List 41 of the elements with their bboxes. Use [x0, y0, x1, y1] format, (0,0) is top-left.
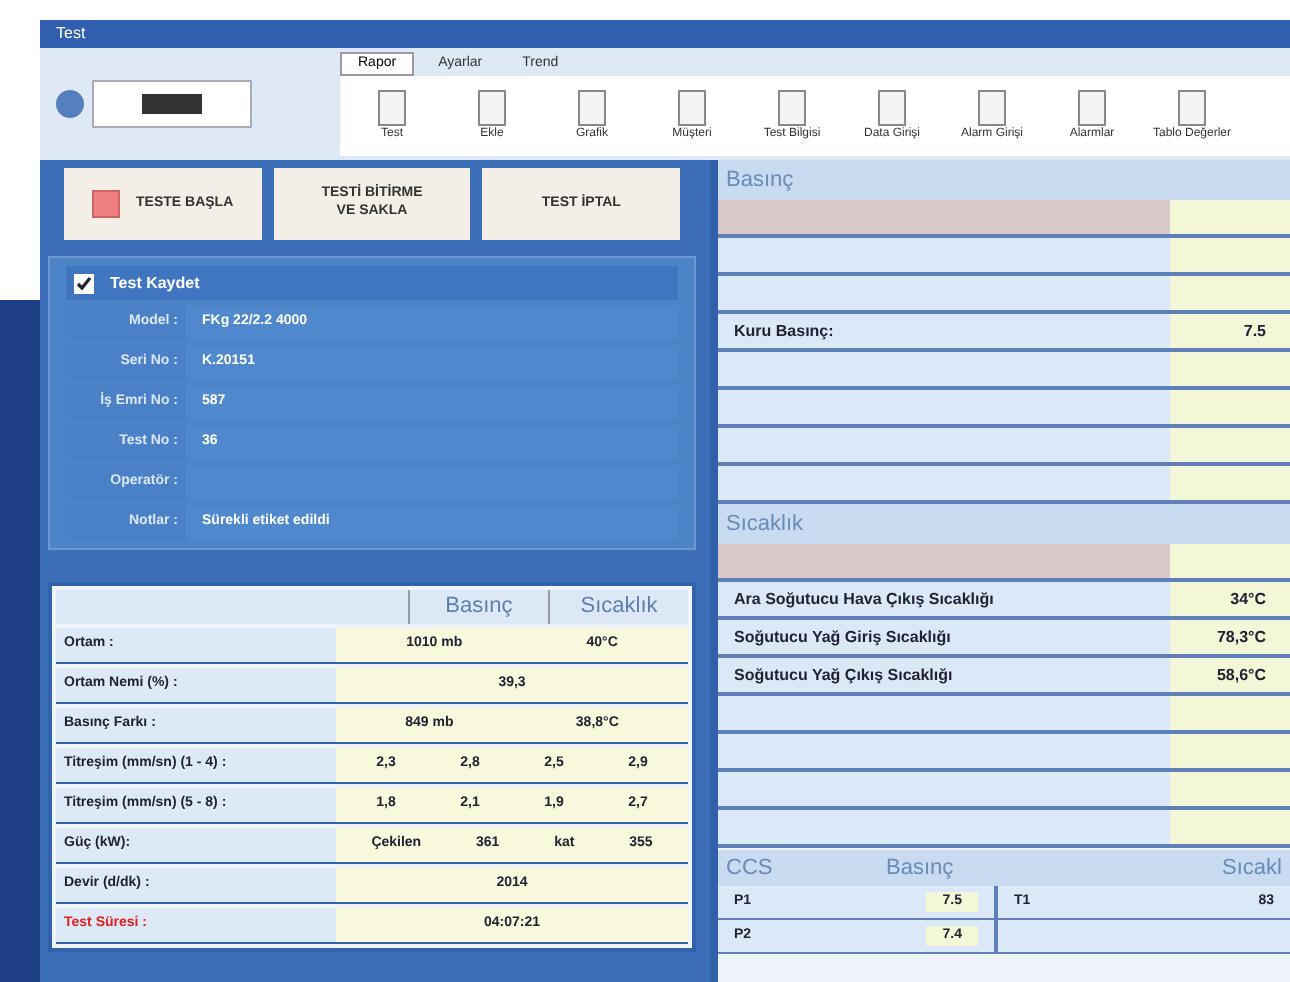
section-title: Sıcaklık: [726, 509, 804, 540]
checkbox[interactable]: [74, 273, 94, 293]
table-cell: [1170, 352, 1290, 386]
table-cell: [1170, 544, 1290, 578]
page-icon: [378, 89, 406, 125]
value-text: 78,3°C: [1216, 625, 1266, 649]
row-label: Kuru Basınç:: [734, 319, 834, 343]
window-title: Test: [56, 22, 86, 46]
page-icon: [778, 89, 806, 125]
table-cell: [1170, 696, 1290, 730]
table-cell: [1170, 734, 1290, 768]
page-icon: [978, 89, 1006, 125]
row-label: Soğutucu Yağ Giriş Sıcaklığı: [734, 625, 951, 649]
page-icon: [1078, 89, 1106, 125]
table-cell: [1170, 238, 1290, 272]
table-cell: [1170, 428, 1290, 462]
table-cell: [1170, 200, 1290, 234]
page-icon: [478, 89, 506, 125]
section-title: CCS: [726, 853, 775, 884]
value-text: 7.5: [1243, 319, 1266, 343]
section-title: Basınç: [726, 165, 794, 196]
column-header: Basınç: [886, 853, 956, 884]
table-cell: [1170, 276, 1290, 310]
row-label: Ara Soğutucu Hava Çıkış Sıcaklığı: [734, 587, 994, 611]
value-text: 34°C: [1230, 587, 1266, 611]
table-cell: [1170, 810, 1290, 844]
page-icon: [878, 89, 906, 125]
table-cell: [1170, 772, 1290, 806]
page-icon: [578, 89, 606, 125]
stop-icon: [92, 190, 121, 218]
column-header: Basınç: [408, 590, 548, 624]
table-cell: [1170, 390, 1290, 424]
checkbox-label: Test Kaydet: [110, 271, 200, 295]
app-icon[interactable]: [56, 90, 84, 118]
value-text: 58,6°C: [1216, 663, 1266, 687]
column-header: Sıcakl: [1222, 853, 1282, 884]
page-icon: [1178, 89, 1206, 125]
page-icon: [678, 89, 706, 125]
row-label: Soğutucu Yağ Çıkış Sıcaklığı: [734, 663, 953, 687]
column-header: Sıcaklık: [548, 590, 688, 624]
table-cell: [1170, 466, 1290, 500]
